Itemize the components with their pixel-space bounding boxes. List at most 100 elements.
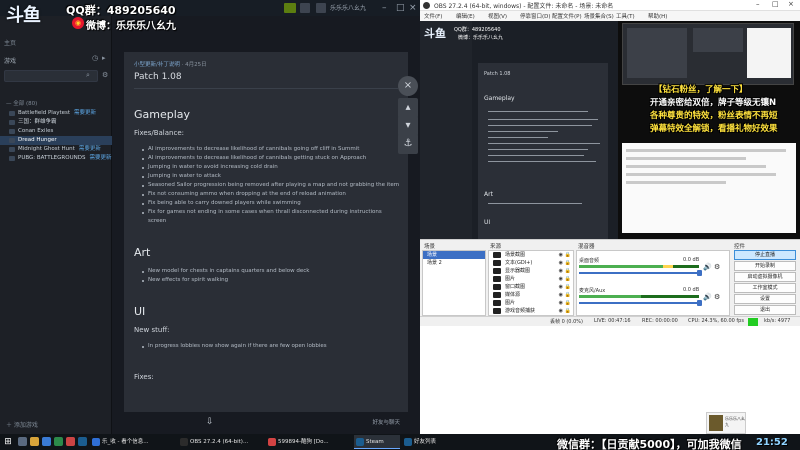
control-button[interactable]: 启动虚拟摄像机 (734, 272, 796, 282)
start-icon[interactable]: ⊞ (2, 436, 14, 448)
taskbar-task[interactable]: 599894-酷狗 [Do... (266, 435, 352, 449)
gear-icon[interactable]: ⚙ (712, 293, 720, 301)
avatar-icon[interactable] (316, 3, 326, 13)
sidebar-game-item[interactable]: 三国：群雄争霸 (0, 118, 112, 127)
source-item[interactable]: 显示器截图 ◉ 🔒 (489, 267, 573, 275)
douyu-logo: 斗鱼 (6, 5, 41, 26)
source-item[interactable]: 文本(GDI+) ◉ 🔒 (489, 259, 573, 267)
lock-icon[interactable]: 🔒 (565, 299, 571, 307)
speaker-icon[interactable]: 🔊 (703, 293, 712, 301)
volume-slider-knob[interactable] (697, 300, 702, 306)
search-icon[interactable]: ⌕ (86, 71, 90, 80)
eye-icon[interactable]: ◉ (559, 251, 563, 259)
taskbar-task[interactable]: 乐_收 - 看个信息... (90, 435, 176, 449)
sidebar-game-item[interactable]: Midnight Ghost Hunt 需要更新 (0, 145, 112, 154)
edge-icon[interactable] (42, 437, 51, 446)
preview-news-pane: Patch 1.08 Gameplay Art UI (478, 63, 608, 239)
lock-icon[interactable]: 🔒 (565, 291, 571, 299)
patch-list: In progress lobbies now show again if th… (134, 342, 400, 351)
obs-menu-item[interactable]: 视图(V) (488, 12, 507, 20)
sidebar-home[interactable]: 主页 (4, 38, 16, 47)
eye-icon[interactable]: ◉ (559, 283, 563, 291)
obs-menu-item[interactable]: 工具(T) (616, 12, 635, 20)
eye-icon[interactable]: ◉ (559, 307, 563, 315)
lock-icon[interactable]: 🔒 (565, 283, 571, 291)
source-item[interactable]: 游戏音频捕获 ◉ 🔒 (489, 307, 573, 315)
scene-item[interactable]: 场景 2 (423, 259, 485, 267)
minimize-icon[interactable]: – (756, 0, 760, 8)
control-button[interactable]: 设置 (734, 294, 796, 304)
folder-icon[interactable] (30, 437, 39, 446)
taskbar-task[interactable]: 好友列表 (402, 435, 448, 449)
obs-menu-item[interactable]: 帮助(H) (648, 12, 667, 20)
sidebar-section-header[interactable]: — 全部 (80) (0, 100, 112, 109)
sidebar-game-item[interactable]: PUBG: BATTLEGROUNDS 需要更新 (0, 154, 112, 163)
source-item[interactable]: 场景截图 ◉ 🔒 (489, 251, 573, 259)
taskbar-task[interactable]: Steam (354, 435, 400, 449)
obs-menu-item[interactable]: 编辑(E) (456, 12, 475, 20)
taskbar-task[interactable]: OBS 27.2.4 (64-bit)... (178, 435, 264, 449)
eye-icon[interactable]: ◉ (559, 299, 563, 307)
preview-bar (626, 165, 766, 168)
control-button[interactable]: 停止直播 (734, 250, 796, 260)
control-button[interactable]: 退出 (734, 305, 796, 315)
eye-icon[interactable]: ◉ (559, 259, 563, 267)
lock-icon[interactable]: 🔒 (565, 251, 571, 259)
volume-slider[interactable] (579, 272, 699, 274)
chevron-down-icon[interactable]: ▾ (398, 116, 418, 136)
close-icon[interactable]: × (788, 0, 794, 8)
filter-icon[interactable]: ⚙ (102, 71, 108, 79)
play-icon[interactable]: ▸ (102, 54, 106, 62)
control-button[interactable]: 工作室模式 (734, 283, 796, 293)
eye-icon[interactable]: ◉ (559, 267, 563, 275)
chat-icon[interactable] (54, 437, 63, 446)
chevron-up-icon[interactable]: ▴ (398, 98, 418, 118)
lock-icon[interactable]: 🔒 (565, 259, 571, 267)
music-icon[interactable] (66, 437, 75, 446)
notification-icon[interactable] (284, 3, 296, 13)
obs-preview[interactable]: 斗鱼 QQ群：489205640 微博：乐乐乐八幺九 Patch 1.08 Ga… (420, 21, 800, 239)
maximize-icon[interactable]: □ (772, 0, 779, 8)
sidebar-game-item[interactable]: Dread Hunger (0, 136, 112, 145)
sidebar-filter[interactable]: 游戏 (4, 56, 16, 65)
obs-menu-item[interactable]: 停靠窗口(D) (520, 12, 551, 20)
volume-slider[interactable] (579, 302, 699, 304)
preview-steam-capture: 斗鱼 QQ群：489205640 微博：乐乐乐八幺九 Patch 1.08 Ga… (420, 21, 618, 239)
speaker-icon[interactable]: 🔊 (703, 263, 712, 271)
source-item[interactable]: 窗口截图 ◉ 🔒 (489, 283, 573, 291)
search-icon[interactable] (18, 437, 27, 446)
maximize-icon[interactable]: □ (396, 2, 405, 14)
friends-icon[interactable] (300, 3, 310, 13)
source-item[interactable]: 媒体源 ◉ 🔒 (489, 291, 573, 299)
steam-username[interactable]: 乐乐乐八幺九 (330, 3, 366, 12)
sidebar-search-input[interactable] (4, 70, 98, 82)
lock-icon[interactable]: 🔒 (565, 307, 571, 315)
clock-icon[interactable]: ◷ (92, 54, 98, 62)
eye-icon[interactable]: ◉ (559, 291, 563, 299)
add-game-button[interactable]: ＋ 添加游戏 (6, 420, 38, 429)
lock-icon[interactable]: 🔒 (565, 267, 571, 275)
source-item[interactable]: 图片 ◉ 🔒 (489, 299, 573, 307)
friends-chat-button[interactable]: 好友与聊天 (372, 418, 400, 426)
patch-notes-pane: 小型更新/补丁说明 · 4月25日 Patch 1.08 Gameplay Fix… (124, 52, 408, 412)
sidebar-game-item[interactable]: Battlefield Playtest 需要更新 (0, 109, 112, 118)
source-item[interactable]: 图片 ◉ 🔒 (489, 275, 573, 283)
sidebar-game-item[interactable]: Conan Exiles (0, 127, 112, 136)
steam-icon[interactable] (78, 437, 87, 446)
gear-icon[interactable]: ⚙ (712, 263, 720, 271)
anchor-icon[interactable]: ⚓ (398, 134, 418, 154)
obs-menu-item[interactable]: 场景集合(S) (584, 12, 614, 20)
minimize-icon[interactable]: – (382, 2, 387, 14)
download-icon[interactable]: ⇩ (206, 417, 214, 427)
news-type-link[interactable]: 小型更新/补丁说明 (134, 62, 180, 68)
control-button[interactable]: 开始录制 (734, 261, 796, 271)
lock-icon[interactable]: 🔒 (565, 275, 571, 283)
close-icon[interactable]: × (398, 76, 418, 96)
obs-menu-item[interactable]: 文件(F) (424, 12, 442, 20)
scene-item[interactable]: 场景 (423, 251, 485, 259)
close-icon[interactable]: × (409, 2, 417, 14)
taskbar-clock: 21:52 (756, 437, 788, 448)
obs-menu-item[interactable]: 配置文件(P) (552, 12, 582, 20)
eye-icon[interactable]: ◉ (559, 275, 563, 283)
volume-slider-knob[interactable] (697, 270, 702, 276)
